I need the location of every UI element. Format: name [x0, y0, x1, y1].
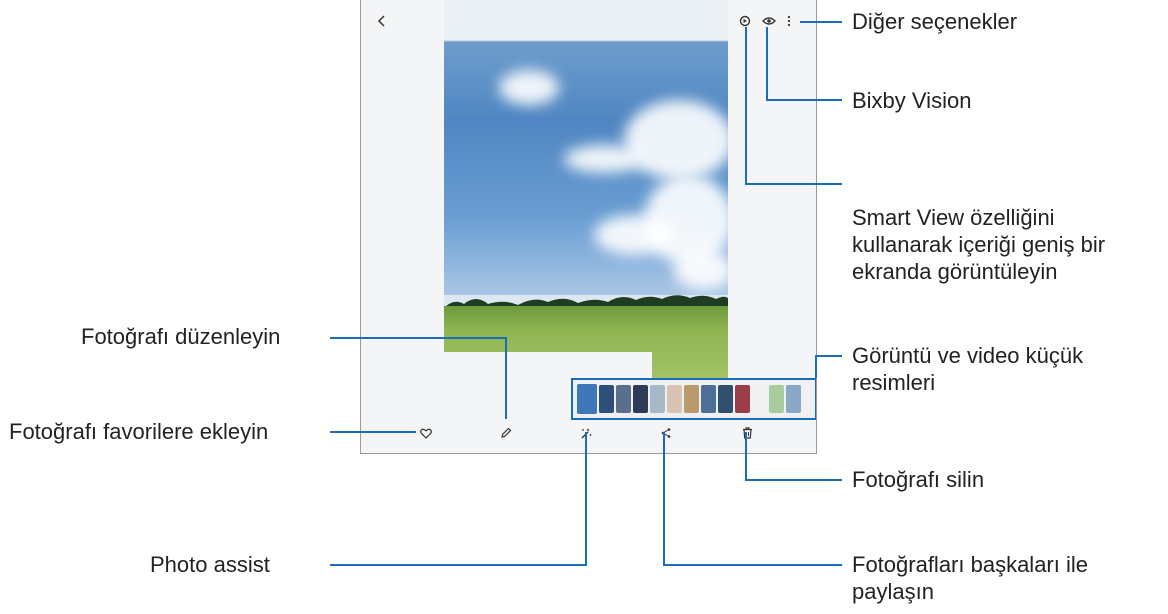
- thumbnail[interactable]: [735, 385, 750, 413]
- callout-line-bixby-h: [766, 99, 842, 101]
- callout-line-more: [800, 21, 842, 23]
- thumbnail[interactable]: [769, 385, 784, 413]
- callout-line-favorite-h: [330, 431, 416, 433]
- pencil-icon[interactable]: [499, 426, 513, 440]
- callout-line-share-h: [663, 564, 842, 566]
- callout-line-share-v: [663, 432, 665, 566]
- callout-line-edit-h: [330, 337, 507, 339]
- thumbnail[interactable]: [577, 384, 597, 414]
- callout-line-delete-v: [745, 432, 747, 481]
- sky: [444, 0, 728, 295]
- gallery-screen: [360, 0, 817, 454]
- callout-line-edit-v: [505, 337, 507, 419]
- share-icon[interactable]: [659, 426, 673, 440]
- callout-line-smartview-h: [745, 183, 842, 185]
- smart-view-icon[interactable]: [738, 14, 752, 28]
- callout-line-delete-h: [745, 479, 842, 481]
- thumbnail[interactable]: [684, 385, 699, 413]
- thumbnail-strip[interactable]: [571, 378, 816, 420]
- callout-line-thumbs-v: [815, 355, 817, 378]
- label-photo-assist: Photo assist: [150, 552, 270, 577]
- photo-view[interactable]: [444, 0, 728, 386]
- eye-icon[interactable]: [761, 14, 777, 28]
- back-icon[interactable]: [375, 14, 389, 28]
- label-smart-view: Smart View özelliğini kullanarak içeriği…: [852, 205, 1106, 284]
- heart-icon[interactable]: [419, 426, 433, 440]
- trash-icon[interactable]: [740, 426, 754, 440]
- callout-line-assist-h: [330, 564, 587, 566]
- thumbnail[interactable]: [650, 385, 665, 413]
- label-delete-photo: Fotoğrafı silin: [852, 467, 985, 492]
- label-add-favorite: Fotoğrafı favorilere ekleyin: [9, 419, 269, 444]
- thumbnail[interactable]: [786, 385, 801, 413]
- thumbnail[interactable]: [667, 385, 682, 413]
- callout-line-assist-v: [585, 432, 587, 566]
- thumbnail[interactable]: [633, 385, 648, 413]
- label-thumbnails: Görüntü ve video küçük resimleri: [852, 343, 1084, 395]
- label-bixby-vision: Bixby Vision: [852, 88, 972, 113]
- thumbnail[interactable]: [718, 385, 733, 413]
- label-more-options: Diğer seçenekler: [852, 9, 1018, 34]
- thumbnail[interactable]: [752, 385, 767, 413]
- callout-line-thumbs-h: [815, 355, 842, 357]
- more-vertical-icon[interactable]: [785, 14, 793, 28]
- thumbnail[interactable]: [701, 385, 716, 413]
- thumbnail[interactable]: [599, 385, 614, 413]
- label-share-photos: Fotoğrafları başkaları ile paylaşın: [852, 552, 1088, 604]
- callout-line-smartview-v: [745, 27, 747, 185]
- callout-line-bixby-v: [766, 27, 768, 101]
- thumbnail[interactable]: [616, 385, 631, 413]
- label-edit-photo: Fotoğrafı düzenleyin: [81, 324, 281, 349]
